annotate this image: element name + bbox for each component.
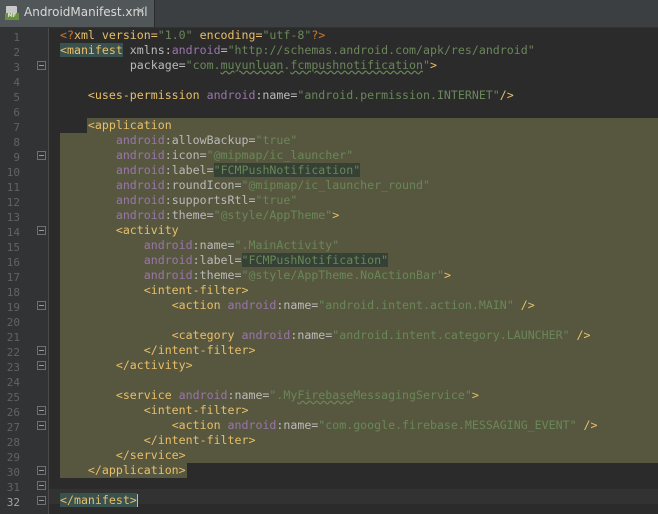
fold-close-icon[interactable] — [37, 361, 46, 370]
fold-open-icon[interactable] — [37, 61, 46, 70]
code-line-29: </service> — [115, 448, 186, 462]
code-line-26: <intent-filter> — [143, 403, 249, 417]
line-number: 20 — [6, 316, 20, 329]
xml-file-icon: MF — [5, 6, 19, 20]
code-line-27: <action android:name="com.google.firebas… — [171, 418, 598, 432]
line-number: 22 — [6, 346, 20, 359]
code-line-18: <intent-filter> — [143, 283, 249, 297]
line-number: 30 — [6, 466, 20, 479]
code-line-2: <manifest xmlns:android="http://schemas.… — [60, 43, 535, 57]
line-number: 12 — [6, 196, 20, 209]
line-number: 16 — [6, 256, 20, 269]
fold-open-icon[interactable] — [37, 301, 46, 310]
code-line-5: <uses-permission android:name="android.p… — [87, 88, 514, 102]
line-number: 1 — [13, 31, 20, 44]
code-line-16: android:label="FCMPushNotification" — [143, 253, 389, 267]
line-number: 14 — [6, 226, 20, 239]
code-line-21: <category android:name="android.intent.c… — [171, 328, 591, 342]
code-line-28: </intent-filter> — [143, 433, 256, 447]
fold-open-icon[interactable] — [37, 226, 46, 235]
line-number: 28 — [6, 436, 20, 449]
line-number: 27 — [6, 421, 20, 434]
fold-open-icon[interactable] — [37, 151, 46, 160]
code-line-11: android:roundIcon="@mipmap/ic_launcher_r… — [115, 178, 430, 192]
line-number: 23 — [6, 361, 20, 374]
line-number: 4 — [13, 76, 20, 89]
line-number: 7 — [13, 121, 20, 134]
line-number: 21 — [6, 331, 20, 344]
line-number: 13 — [6, 211, 20, 224]
line-number: 25 — [6, 391, 20, 404]
code-line-25: <service android:name=".MyFirebaseMessag… — [115, 388, 479, 402]
line-number: 5 — [13, 91, 20, 104]
code-line-17: android:theme="@style/AppTheme.NoActionB… — [143, 268, 451, 282]
line-number: 29 — [6, 451, 20, 464]
code-line-1: <?xml version="1.0" encoding="utf-8"?> — [60, 28, 326, 42]
code-editor[interactable]: <?xml version="1.0" encoding="utf-8"?> <… — [49, 28, 658, 514]
line-number: 3 — [13, 61, 20, 74]
line-number: 8 — [13, 136, 20, 149]
tab-label: AndroidManifest.xml — [24, 5, 148, 19]
code-line-30: </application> — [87, 463, 186, 477]
code-line-19: <action android:name="android.intent.act… — [171, 298, 535, 312]
line-number: 24 — [6, 376, 20, 389]
code-line-9: android:icon="@mipmap/ic_launcher" — [115, 148, 354, 162]
line-number: 31 — [6, 481, 20, 494]
current-line-highlight — [49, 489, 658, 504]
code-line-22: </intent-filter> — [143, 343, 256, 357]
fold-close-icon[interactable] — [37, 496, 46, 505]
text-cursor — [136, 494, 138, 507]
code-line-10: android:label="FCMPushNotification" — [115, 163, 361, 177]
line-number: 2 — [13, 46, 20, 59]
line-number: 6 — [13, 106, 20, 119]
line-number: 32 — [6, 496, 20, 509]
line-number: 17 — [6, 271, 20, 284]
code-line-7: <application — [87, 118, 172, 132]
code-line-3: package="com.muyunluan.fcmpushnotificati… — [129, 58, 437, 72]
fold-close-icon[interactable] — [37, 346, 46, 355]
code-line-23: </activity> — [115, 358, 193, 372]
fold-close-icon[interactable] — [37, 466, 46, 475]
selection-highlight — [87, 118, 658, 133]
line-number: 18 — [6, 286, 20, 299]
line-number: 11 — [6, 181, 20, 194]
line-number-gutter[interactable]: 1 2 3 4 5 6 7 8 9 10 11 12 13 14 15 16 17 18 19 20 21 22 23 24 2… — [0, 28, 49, 514]
editor-tab-bar: MF AndroidManifest.xml × — [0, 0, 658, 28]
code-line-8: android:allowBackup="true" — [115, 133, 298, 147]
line-number: 26 — [6, 406, 20, 419]
line-number: 15 — [6, 241, 20, 254]
code-line-12: android:supportsRtl="true" — [115, 193, 298, 207]
line-number: 19 — [6, 301, 20, 314]
fold-open-icon[interactable] — [37, 406, 46, 415]
close-tab-icon[interactable]: × — [135, 4, 146, 19]
line-number: 9 — [13, 151, 20, 164]
code-line-15: android:name=".MainActivity" — [143, 238, 340, 252]
fold-close-icon[interactable] — [37, 481, 46, 490]
fold-open-icon[interactable] — [37, 421, 46, 430]
code-line-32: </manifest> — [60, 493, 138, 507]
tab-androidmanifest[interactable]: MF AndroidManifest.xml × — [0, 0, 155, 27]
line-number: 10 — [6, 166, 20, 179]
code-line-13: android:theme="@style/AppTheme"> — [115, 208, 340, 222]
code-line-14: <activity — [115, 223, 179, 237]
